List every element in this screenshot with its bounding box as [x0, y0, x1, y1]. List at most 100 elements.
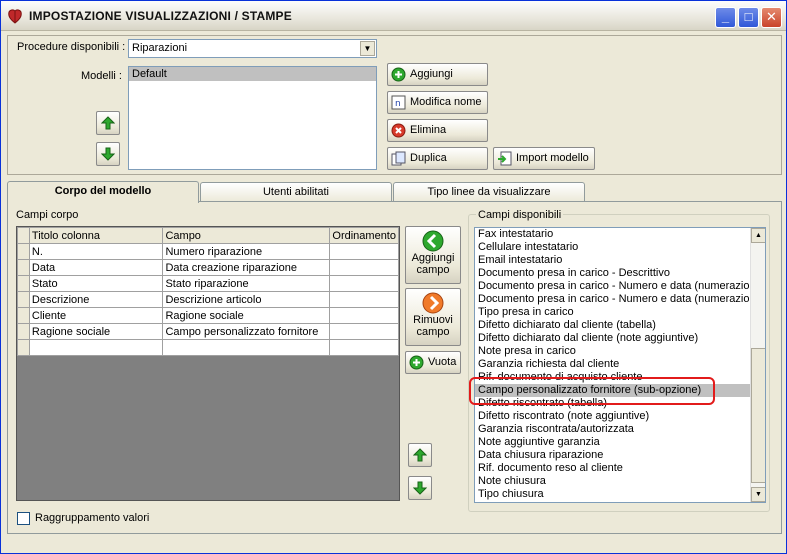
scroll-down-icon[interactable]: ▼ [751, 487, 765, 502]
list-item[interactable]: Documento presa in carico - Numero e dat… [475, 293, 765, 306]
list-item[interactable]: Difetto dichiarato dal cliente (tabella) [475, 319, 765, 332]
available-fields-list[interactable]: Fax intestatario Cellulare intestatario … [474, 227, 766, 503]
column-header[interactable]: Titolo colonna [28, 227, 164, 244]
maximize-button[interactable]: □ [738, 7, 759, 28]
table-cell[interactable] [329, 307, 399, 324]
duplicate-model-button[interactable]: Duplica [387, 147, 488, 170]
add-field-button[interactable]: Aggiungi campo [405, 226, 461, 284]
table-row[interactable]: Cliente Ragione sociale [17, 307, 399, 324]
remove-field-label-1: Rimuovi [413, 314, 453, 326]
chevron-down-icon[interactable]: ▼ [360, 41, 375, 56]
table-cell[interactable] [162, 339, 331, 356]
field-up-button[interactable] [408, 443, 432, 467]
table-cell[interactable]: N. [28, 243, 164, 260]
scroll-thumb[interactable] [751, 348, 765, 483]
table-cell[interactable] [329, 243, 399, 260]
fields-grid[interactable]: Titolo colonna Campo Ordinamento N. Numer… [16, 226, 400, 501]
list-item[interactable]: Documento presa in carico - Numero e dat… [475, 280, 765, 293]
remove-field-button[interactable]: Rimuovi campo [405, 288, 461, 346]
plus-circle-icon [391, 67, 406, 82]
model-up-button[interactable] [96, 111, 120, 135]
table-row[interactable]: N. Numero riparazione [17, 243, 399, 260]
table-cell[interactable]: Stato riparazione [162, 275, 331, 292]
import-model-button[interactable]: Import modello [493, 147, 595, 170]
fields-table: Titolo colonna Campo Ordinamento N. Numer… [17, 227, 399, 356]
duplicate-icon [391, 151, 406, 166]
table-cell[interactable]: Numero riparazione [162, 243, 331, 260]
add-field-label-1: Aggiungi [411, 252, 455, 264]
arrow-right-icon [422, 292, 444, 314]
add-model-label: Aggiungi [410, 68, 453, 80]
rename-model-button[interactable]: n Modifica nome [387, 91, 488, 114]
table-row[interactable]: Ragione sociale Campo personalizzato forn… [17, 323, 399, 340]
table-cell[interactable]: Data [28, 259, 164, 276]
row-indicator [17, 291, 30, 308]
table-cell[interactable]: Cliente [28, 307, 164, 324]
table-cell[interactable]: Campo personalizzato fornitore [162, 323, 331, 340]
arrow-down-icon [413, 481, 427, 495]
procedure-value: Riparazioni [132, 42, 188, 54]
table-row[interactable]: Data Data creazione riparazione [17, 259, 399, 276]
scroll-up-icon[interactable]: ▲ [751, 228, 765, 243]
models-list[interactable]: Default [128, 66, 377, 170]
add-model-button[interactable]: Aggiungi [387, 63, 488, 86]
empty-label: Vuota [428, 356, 457, 368]
close-button[interactable]: ✕ [761, 7, 782, 28]
table-cell[interactable] [329, 275, 399, 292]
column-header[interactable]: Ordinamento [329, 227, 399, 244]
vertical-scrollbar[interactable]: ▲ ▼ [750, 228, 765, 502]
tab-corpo-modello[interactable]: Corpo del modello [7, 181, 199, 203]
models-label: Modelli : [81, 70, 122, 82]
available-items: Fax intestatario Cellulare intestatario … [475, 228, 765, 501]
table-cell[interactable] [329, 291, 399, 308]
title-bar[interactable]: IMPOSTAZIONE VISUALIZZAZIONI / STAMPE _ … [1, 1, 786, 31]
minimize-button[interactable]: _ [715, 7, 736, 28]
list-item[interactable]: Tipo presa in carico [475, 306, 765, 319]
table-row[interactable]: Stato Stato riparazione [17, 275, 399, 292]
list-item[interactable]: Note presa in carico [475, 345, 765, 358]
list-item[interactable]: Cellulare intestatario [475, 241, 765, 254]
row-indicator [17, 307, 30, 324]
table-row[interactable]: Descrizione Descrizione articolo [17, 291, 399, 308]
list-item[interactable]: Difetto riscontrato (note aggiuntive) [475, 410, 765, 423]
list-item[interactable]: Fax intestatario [475, 228, 765, 241]
tab-utenti-abilitati[interactable]: Utenti abilitati [200, 182, 392, 202]
arrow-down-icon [101, 147, 115, 161]
table-cell[interactable] [329, 259, 399, 276]
grouping-checkbox[interactable] [17, 512, 30, 525]
import-model-label: Import modello [516, 152, 589, 164]
procedure-select[interactable]: Riparazioni ▼ [128, 39, 377, 58]
row-indicator [17, 259, 30, 276]
table-cell[interactable]: Data creazione riparazione [162, 259, 331, 276]
table-row[interactable] [17, 339, 399, 356]
list-item[interactable]: Note chiusura [475, 475, 765, 488]
table-cell[interactable] [329, 339, 399, 356]
list-item[interactable]: Email intestatario [475, 254, 765, 267]
table-cell[interactable] [329, 323, 399, 340]
list-item[interactable]: Tipo chiusura [475, 488, 765, 501]
list-item[interactable]: Data chiusura riparazione [475, 449, 765, 462]
table-cell[interactable]: Descrizione articolo [162, 291, 331, 308]
table-cell[interactable]: Descrizione [28, 291, 164, 308]
list-item[interactable]: Difetto dichiarato dal cliente (note agg… [475, 332, 765, 345]
tab-tipo-linee[interactable]: Tipo linee da visualizzare [393, 182, 585, 202]
list-item[interactable]: Rif. documento reso al cliente [475, 462, 765, 475]
top-panel: Procedure disponibili : Riparazioni ▼ Mo… [7, 35, 782, 175]
table-cell[interactable]: Ragione sociale [162, 307, 331, 324]
list-item[interactable]: Default [129, 67, 376, 81]
list-item[interactable]: Garanzia richiesta dal cliente [475, 358, 765, 371]
rename-icon: n [391, 95, 406, 110]
table-cell[interactable]: Stato [28, 275, 164, 292]
list-item[interactable]: Garanzia riscontrata/autorizzata [475, 423, 765, 436]
delete-model-button[interactable]: Elimina [387, 119, 488, 142]
list-item[interactable]: Note aggiuntive garanzia [475, 436, 765, 449]
field-down-button[interactable] [408, 476, 432, 500]
model-down-button[interactable] [96, 142, 120, 166]
table-cell[interactable]: Ragione sociale [28, 323, 164, 340]
list-item[interactable]: Documento presa in carico - Descrittivo [475, 267, 765, 280]
delete-model-label: Elimina [410, 124, 447, 136]
table-cell[interactable] [28, 339, 164, 356]
column-header[interactable]: Campo [162, 227, 331, 244]
add-field-label-2: campo [416, 264, 450, 276]
empty-button[interactable]: Vuota [405, 351, 461, 374]
